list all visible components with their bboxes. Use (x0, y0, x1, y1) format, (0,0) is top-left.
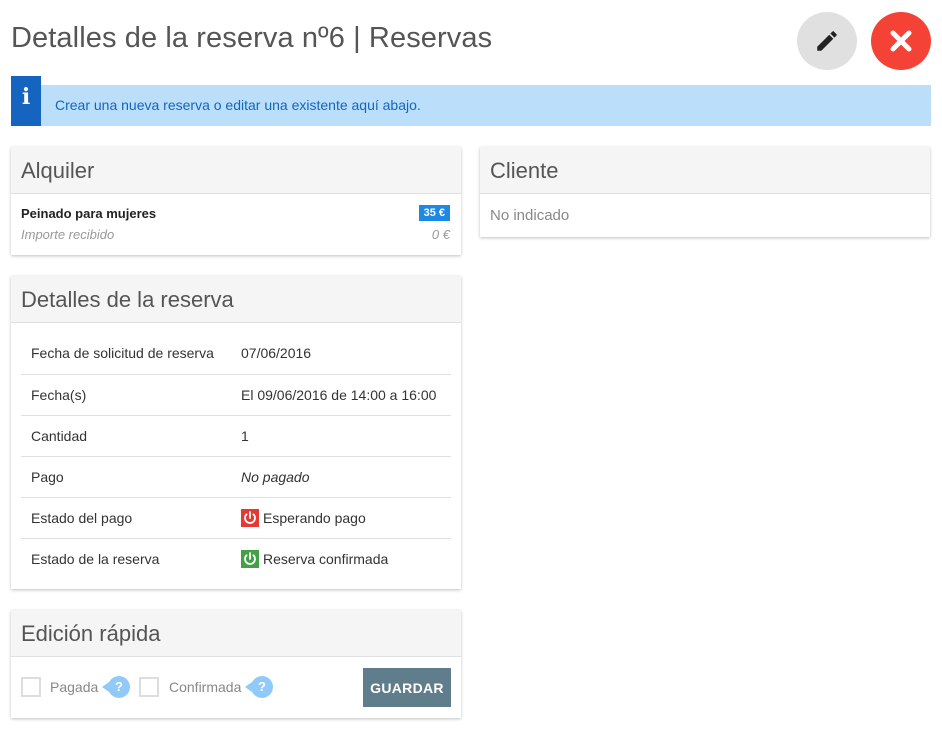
close-icon (890, 30, 912, 52)
row-value: 07/06/2016 (241, 333, 451, 375)
confirmed-checkbox[interactable] (139, 677, 159, 697)
table-row: Fecha(s) El 09/06/2016 de 14:00 a 16:00 (21, 374, 451, 416)
info-icon: i (21, 84, 31, 110)
row-label: Estado de la reserva (31, 550, 160, 567)
row-label: Fecha de solicitud de reserva (21, 333, 241, 375)
save-button[interactable]: GUARDAR (363, 668, 451, 707)
paid-checkbox[interactable] (21, 677, 41, 697)
edicion-card: Edición rápida Pagada ? Confirmada ? GUA… (11, 610, 461, 718)
received-label: Importe recibido (21, 227, 115, 242)
info-banner: i Crear una nueva reserva o editar una e… (11, 76, 931, 126)
reservation-status-text: Reserva confirmada (263, 550, 389, 567)
table-row: Estado del pago Esperando pago (21, 497, 451, 539)
payment-status-text: Esperando pago (263, 509, 366, 526)
row-label: Cantidad (21, 415, 241, 457)
cliente-value: No indicado (490, 207, 570, 224)
help-icon[interactable]: ? (102, 676, 130, 698)
price-badge: 35 € (418, 205, 450, 221)
confirmed-label: Confirmada (169, 679, 242, 695)
close-button[interactable] (871, 12, 931, 70)
table-row: Cantidad 1 (21, 415, 451, 457)
alquiler-title: Alquiler (11, 147, 461, 194)
paid-label: Pagada (50, 679, 99, 695)
table-row: Estado de la reserva Reserva confirmada (21, 538, 451, 579)
alquiler-card: Alquiler Peinado para mujeres 35 € Impor… (11, 147, 461, 255)
power-icon (241, 508, 259, 527)
reservation-status: Reserva confirmada (241, 538, 451, 579)
table-row: Pago No pagado (21, 456, 451, 498)
row-label: Pago (21, 456, 241, 498)
power-icon (241, 549, 259, 568)
row-value: El 09/06/2016 de 14:00 a 16:00 (241, 374, 451, 416)
cliente-title: Cliente (480, 147, 930, 194)
info-tab: i (11, 76, 41, 126)
row-label: Fecha(s) (21, 374, 241, 416)
info-text: Crear una nueva reserva o editar una exi… (55, 97, 421, 113)
page-title: Detalles de la reserva nº6 | Reservas (11, 22, 493, 54)
edit-button[interactable] (797, 12, 857, 70)
row-value: No pagado (241, 456, 451, 498)
detalles-title: Detalles de la reserva (11, 276, 461, 323)
row-value: 1 (241, 415, 451, 457)
row-label: Estado del pago (21, 497, 241, 539)
detalles-card: Detalles de la reserva Fecha de solicitu… (11, 276, 461, 589)
received-value: 0 € (431, 227, 450, 242)
details-table: Fecha de solicitud de reserva 07/06/2016… (21, 333, 451, 579)
rental-item: Peinado para mujeres 35 € Importe recibi… (11, 194, 461, 254)
help-icon[interactable]: ? (245, 676, 273, 698)
edicion-title: Edición rápida (11, 610, 461, 657)
cliente-card: Cliente No indicado (480, 147, 930, 237)
rental-item-name: Peinado para mujeres (21, 206, 157, 221)
pencil-icon (817, 31, 837, 51)
table-row: Fecha de solicitud de reserva 07/06/2016 (21, 333, 451, 375)
payment-status: Esperando pago (241, 497, 451, 539)
